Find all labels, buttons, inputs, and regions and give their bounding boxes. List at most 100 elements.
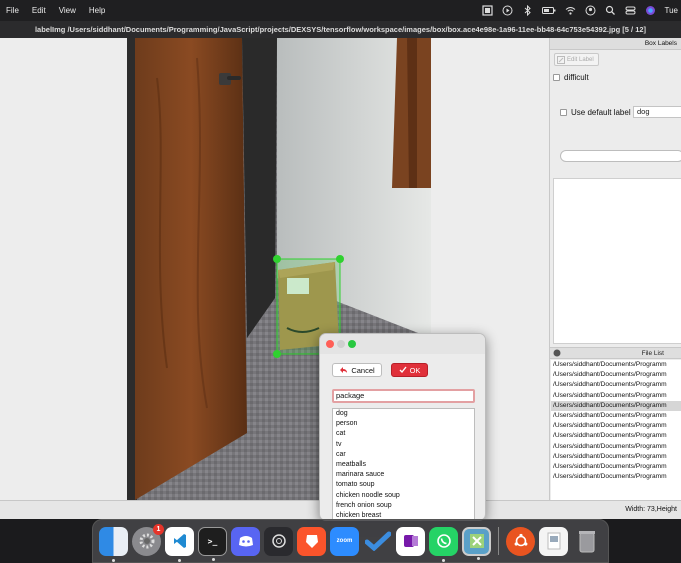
vscode-icon[interactable] xyxy=(165,526,194,562)
onenote-glyph xyxy=(403,535,418,547)
microsoft-todo-icon[interactable] xyxy=(363,527,392,556)
labelimg-icon[interactable] xyxy=(462,526,491,560)
terminal-icon[interactable]: >_ xyxy=(198,526,227,561)
label-option[interactable]: chicken noodle soup xyxy=(333,491,474,501)
user-icon[interactable] xyxy=(585,5,596,16)
wifi-icon[interactable] xyxy=(565,5,576,16)
bluetooth-icon[interactable] xyxy=(522,5,533,16)
file-list-item[interactable]: /Users/siddhant/Documents/Programm xyxy=(551,431,681,441)
label-option[interactable]: person xyxy=(333,419,474,429)
ubuntu-glyph xyxy=(514,533,527,547)
battery-icon[interactable] xyxy=(541,5,556,16)
bbox-handle-bottom-left[interactable] xyxy=(273,350,281,358)
file-list-item[interactable]: /Users/siddhant/Documents/Programm xyxy=(551,360,681,370)
menu-view[interactable]: View xyxy=(59,6,76,15)
system-settings-icon[interactable]: 1 xyxy=(132,523,164,556)
preview-icon[interactable] xyxy=(539,526,568,556)
discord-glyph xyxy=(238,536,253,547)
bbox-handle-top-right[interactable] xyxy=(336,255,344,263)
discord-icon[interactable] xyxy=(231,526,260,556)
file-list-item[interactable]: /Users/siddhant/Documents/Programm xyxy=(551,462,681,472)
dock-float-icon[interactable] xyxy=(553,349,561,357)
screenshot-icon[interactable] xyxy=(481,5,493,16)
whatsapp-icon[interactable] xyxy=(429,526,458,562)
zoom-window-button[interactable] xyxy=(348,340,356,348)
labelimg-glyph xyxy=(469,534,484,548)
clock[interactable]: Tue xyxy=(665,6,679,15)
label-option[interactable]: meatballs xyxy=(333,460,474,470)
label-option[interactable]: tomato soup xyxy=(333,480,474,490)
default-label-input[interactable]: dog xyxy=(633,106,681,118)
label-list[interactable] xyxy=(553,178,681,344)
ok-button[interactable]: OK xyxy=(391,363,428,377)
use-default-checkbox-box[interactable] xyxy=(560,109,567,116)
label-option[interactable]: french onion soup xyxy=(333,501,474,511)
check-icon xyxy=(399,366,407,374)
menu-bar: File Edit View Help Tue xyxy=(0,0,681,21)
control-center-icon[interactable] xyxy=(625,5,636,16)
status-text: Width: 73,Height xyxy=(625,506,677,513)
chatgpt-glyph xyxy=(271,534,286,548)
trash-glyph xyxy=(578,531,595,553)
ubuntu-icon[interactable] xyxy=(506,526,535,556)
running-indicator xyxy=(112,558,115,562)
file-list-header: File List xyxy=(550,347,681,359)
file-list[interactable]: /Users/siddhant/Documents/Programm /User… xyxy=(551,360,681,500)
file-list-item[interactable]: /Users/siddhant/Documents/Programm xyxy=(551,421,681,431)
prompt-glyph: >_ xyxy=(207,536,218,546)
label-dialog: Cancel OK package dog person cat tv car … xyxy=(319,333,486,521)
menu-file[interactable]: File xyxy=(6,6,19,15)
running-indicator xyxy=(442,558,445,562)
finder-icon[interactable] xyxy=(99,526,128,562)
cancel-button[interactable]: Cancel xyxy=(332,363,382,377)
label-option[interactable]: tv xyxy=(333,440,474,450)
difficult-checkbox-box[interactable] xyxy=(553,74,560,81)
label-input[interactable]: package xyxy=(332,389,475,403)
undo-arrow-icon xyxy=(340,367,348,373)
running-indicator xyxy=(212,557,215,561)
vscode-glyph xyxy=(173,534,186,548)
file-list-item-selected[interactable]: /Users/siddhant/Documents/Programm xyxy=(551,400,681,411)
file-list-item[interactable]: /Users/siddhant/Documents/Programm xyxy=(551,452,681,462)
file-list-item[interactable]: /Users/siddhant/Documents/Programm xyxy=(551,411,681,421)
menu-edit[interactable]: Edit xyxy=(32,6,46,15)
notification-badge: 1 xyxy=(153,523,164,535)
file-list-item[interactable]: /Users/siddhant/Documents/Programm xyxy=(551,370,681,380)
chatgpt-icon[interactable] xyxy=(264,526,293,556)
siri-icon[interactable] xyxy=(645,5,656,16)
menu-help[interactable]: Help xyxy=(89,6,105,15)
window-title: labelImg /Users/siddhant/Documents/Progr… xyxy=(0,21,681,38)
checkmark-glyph xyxy=(364,531,391,551)
play-icon[interactable] xyxy=(502,5,513,16)
use-default-label-checkbox[interactable]: Use default label xyxy=(560,108,631,117)
label-suggestion-list[interactable]: dog person cat tv car meatballs marinara… xyxy=(332,408,475,520)
edit-label-button[interactable]: Edit Label xyxy=(554,53,599,66)
file-list-item[interactable]: /Users/siddhant/Documents/Programm xyxy=(551,391,681,401)
running-indicator xyxy=(477,556,480,560)
minimize-window-button[interactable] xyxy=(337,340,345,348)
box-labels-header: Box Labels xyxy=(550,38,681,50)
label-option[interactable]: marinara sauce xyxy=(333,470,474,480)
close-window-button[interactable] xyxy=(326,340,334,348)
label-option[interactable]: dog xyxy=(333,409,474,419)
label-option[interactable]: cat xyxy=(333,429,474,439)
label-option[interactable]: car xyxy=(333,450,474,460)
search-icon[interactable] xyxy=(605,5,616,16)
brave-icon[interactable] xyxy=(297,526,326,556)
file-list-item[interactable]: /Users/siddhant/Documents/Programm xyxy=(551,472,681,482)
macos-dock: 1 >_ zoom xyxy=(92,519,609,563)
gear-icon xyxy=(139,533,154,549)
trash-icon[interactable] xyxy=(572,527,601,556)
file-list-item[interactable]: /Users/siddhant/Documents/Programm xyxy=(551,380,681,390)
onenote-icon[interactable] xyxy=(396,526,425,556)
zoom-icon[interactable]: zoom xyxy=(330,526,359,556)
phone-glyph xyxy=(436,534,451,548)
bbox-handle-top-left[interactable] xyxy=(273,255,281,263)
label-filter-field[interactable] xyxy=(560,150,681,162)
file-list-item[interactable]: /Users/siddhant/Documents/Programm xyxy=(551,442,681,452)
difficult-checkbox[interactable]: difficult xyxy=(553,73,589,82)
dock-separator xyxy=(498,527,499,555)
running-indicator xyxy=(178,558,181,562)
document-glyph xyxy=(547,532,560,550)
edit-icon xyxy=(557,55,565,64)
